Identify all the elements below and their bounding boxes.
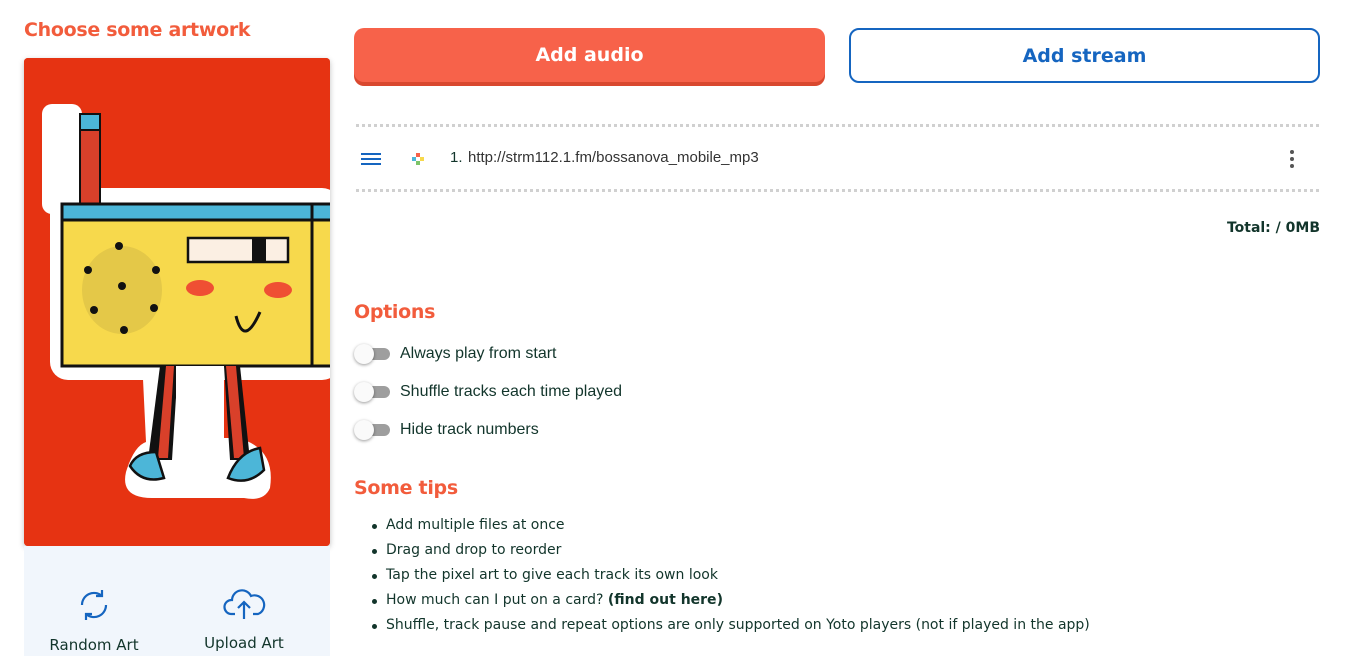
track-row[interactable]: 1. http://strm112.1.fm/bossanova_mobile_… bbox=[356, 127, 1319, 189]
upload-art-button[interactable]: Upload Art bbox=[184, 586, 304, 652]
hide-numbers-toggle[interactable] bbox=[354, 420, 390, 440]
tip-item: Shuffle, track pause and repeat options … bbox=[372, 613, 1090, 638]
tips-heading: Some tips bbox=[354, 477, 458, 499]
track-divider bbox=[356, 189, 1319, 192]
tip-item: Drag and drop to reorder bbox=[372, 538, 1090, 563]
tip-item: How much can I put on a card? (find out … bbox=[372, 588, 1090, 613]
pixel-art-icon[interactable] bbox=[412, 153, 424, 165]
refresh-icon bbox=[80, 590, 108, 620]
tip-item: Tap the pixel art to give each track its… bbox=[372, 563, 1090, 588]
tip-card-question: How much can I put on a card? bbox=[386, 592, 604, 608]
card-artwork[interactable] bbox=[24, 58, 330, 546]
find-out-here-link[interactable]: find out here bbox=[614, 592, 716, 608]
total-size: Total: / 0MB bbox=[1226, 220, 1320, 236]
more-vertical-icon[interactable] bbox=[1289, 150, 1295, 168]
drag-handle-icon[interactable] bbox=[361, 153, 381, 165]
option-always-play-from-start[interactable]: Always play from start bbox=[354, 341, 556, 367]
random-art-label: Random Art bbox=[49, 636, 139, 654]
always-play-toggle[interactable] bbox=[354, 344, 390, 364]
cloud-upload-icon bbox=[223, 589, 266, 619]
option-label: Shuffle tracks each time played bbox=[400, 383, 623, 400]
artwork-heading: Choose some artwork bbox=[24, 19, 251, 41]
track-number: 1. bbox=[450, 149, 463, 166]
option-label: Hide track numbers bbox=[400, 421, 539, 438]
upload-art-label: Upload Art bbox=[204, 634, 284, 652]
content-panel: Add audio Add stream 1. http://strm112.1… bbox=[354, 0, 1320, 656]
add-audio-button[interactable]: Add audio bbox=[354, 28, 825, 82]
radio-robot-illustration bbox=[24, 58, 330, 546]
shuffle-toggle[interactable] bbox=[354, 382, 390, 402]
artwork-actions: Random Art Upload Art bbox=[24, 546, 330, 656]
options-heading: Options bbox=[354, 301, 436, 323]
tips-list: Add multiple files at once Drag and drop… bbox=[372, 513, 1090, 638]
option-hide-track-numbers[interactable]: Hide track numbers bbox=[354, 417, 539, 443]
option-label: Always play from start bbox=[400, 345, 557, 362]
tip-item: Add multiple files at once bbox=[372, 513, 1090, 538]
random-art-button[interactable]: Random Art bbox=[34, 586, 154, 654]
track-title[interactable]: http://strm112.1.fm/bossanova_mobile_mp3 bbox=[468, 149, 759, 166]
add-stream-button[interactable]: Add stream bbox=[849, 28, 1320, 83]
track-list: 1. http://strm112.1.fm/bossanova_mobile_… bbox=[356, 124, 1319, 192]
artwork-panel: Choose some artwork Random Art Upload Ar… bbox=[24, 0, 330, 656]
option-shuffle-tracks[interactable]: Shuffle tracks each time played bbox=[354, 379, 622, 405]
